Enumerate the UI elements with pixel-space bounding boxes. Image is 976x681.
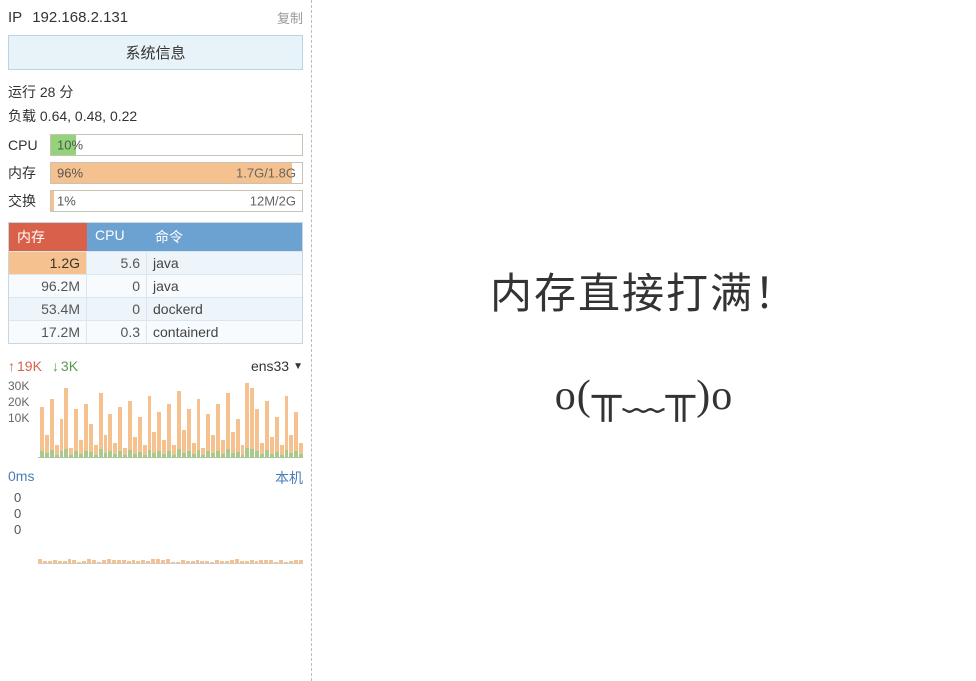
annotation-title: 内存直接打满！ bbox=[490, 260, 798, 321]
swap-metric: 交换 1% 12M/2G bbox=[8, 190, 303, 212]
latency-val: 0 bbox=[14, 490, 303, 506]
net-ylabel: 20K bbox=[8, 394, 29, 410]
network-chart: 30K 20K 10K bbox=[8, 378, 303, 458]
net-down-value: 3K bbox=[61, 358, 78, 374]
swap-bar: 1% 12M/2G bbox=[50, 190, 303, 212]
mem-label: 内存 bbox=[8, 163, 50, 183]
proc-mem-cell: 96.2M bbox=[9, 275, 87, 297]
mem-bar: 96% 1.7G/1.8G bbox=[50, 162, 303, 184]
table-row[interactable]: 96.2M0java bbox=[9, 274, 302, 297]
proc-header-cpu[interactable]: CPU bbox=[87, 223, 147, 251]
mem-pct: 96% bbox=[57, 166, 83, 181]
proc-cmd-cell: containerd bbox=[147, 321, 302, 343]
latency-values: 0 0 0 bbox=[8, 490, 303, 538]
process-table: 内存 CPU 命令 1.2G5.6java96.2M0java53.4M0doc… bbox=[8, 222, 303, 344]
table-row[interactable]: 1.2G5.6java bbox=[9, 251, 302, 274]
latency-label: 0ms bbox=[8, 468, 34, 488]
net-ylabel: 30K bbox=[8, 378, 29, 394]
latency-val: 0 bbox=[14, 522, 303, 538]
chevron-down-icon: ▼ bbox=[293, 361, 303, 372]
table-row[interactable]: 17.2M0.3containerd bbox=[9, 320, 302, 343]
net-ylabel: 10K bbox=[8, 410, 29, 426]
proc-header-cmd[interactable]: 命令 bbox=[147, 223, 302, 251]
cpu-metric: CPU 10% bbox=[8, 134, 303, 156]
proc-cpu-cell: 5.6 bbox=[87, 252, 147, 274]
cpu-label: CPU bbox=[8, 137, 50, 153]
arrow-down-icon: ↓ bbox=[52, 358, 59, 374]
proc-cpu-cell: 0.3 bbox=[87, 321, 147, 343]
cpu-pct: 10% bbox=[57, 138, 83, 153]
net-up-value: 19K bbox=[17, 358, 42, 374]
process-header[interactable]: 内存 CPU 命令 bbox=[9, 223, 302, 251]
interface-select[interactable]: ens33 ▼ bbox=[251, 358, 303, 374]
uptime-text: 运行 28 分 bbox=[8, 80, 303, 104]
copy-link[interactable]: 复制 bbox=[277, 8, 303, 27]
ip-row: IP 192.168.2.131 复制 bbox=[8, 4, 303, 35]
swap-label: 交换 bbox=[8, 191, 50, 211]
net-ylabels: 30K 20K 10K bbox=[8, 378, 29, 426]
swap-right: 12M/2G bbox=[250, 194, 296, 209]
mem-right: 1.7G/1.8G bbox=[236, 166, 296, 181]
mem-metric: 内存 96% 1.7G/1.8G bbox=[8, 162, 303, 184]
network-header: ↑ 19K ↓ 3K ens33 ▼ bbox=[8, 356, 303, 376]
proc-mem-cell: 1.2G bbox=[9, 252, 87, 274]
proc-cmd-cell: java bbox=[147, 275, 302, 297]
proc-cpu-cell: 0 bbox=[87, 298, 147, 320]
swap-pct: 1% bbox=[57, 194, 76, 209]
proc-header-mem[interactable]: 内存 bbox=[9, 223, 87, 251]
table-row[interactable]: 53.4M0dockerd bbox=[9, 297, 302, 320]
proc-mem-cell: 53.4M bbox=[9, 298, 87, 320]
load-text: 负载 0.64, 0.48, 0.22 bbox=[8, 104, 303, 128]
proc-cmd-cell: dockerd bbox=[147, 298, 302, 320]
network-section: ↑ 19K ↓ 3K ens33 ▼ 30K 20K 10K bbox=[8, 356, 303, 458]
latency-header: 0ms 本机 bbox=[8, 466, 303, 490]
proc-cmd-cell: java bbox=[147, 252, 302, 274]
ip-value: 192.168.2.131 bbox=[32, 9, 128, 26]
annotation-emoticon: o(╥﹏╥)o bbox=[555, 361, 734, 422]
latency-section: 0ms 本机 0 0 0 bbox=[8, 466, 303, 564]
proc-mem-cell: 17.2M bbox=[9, 321, 87, 343]
latency-target-select[interactable]: 本机 bbox=[275, 468, 303, 488]
system-info-button[interactable]: 系统信息 bbox=[8, 35, 303, 70]
latency-chart bbox=[38, 540, 303, 564]
system-monitor-panel: IP 192.168.2.131 复制 系统信息 运行 28 分 负载 0.64… bbox=[0, 0, 312, 681]
proc-cpu-cell: 0 bbox=[87, 275, 147, 297]
latency-val: 0 bbox=[14, 506, 303, 522]
annotation-panel: 内存直接打满！ o(╥﹏╥)o bbox=[312, 0, 976, 681]
interface-label: ens33 bbox=[251, 358, 289, 374]
cpu-bar: 10% bbox=[50, 134, 303, 156]
arrow-up-icon: ↑ bbox=[8, 358, 15, 374]
ip-label: IP bbox=[8, 9, 22, 26]
